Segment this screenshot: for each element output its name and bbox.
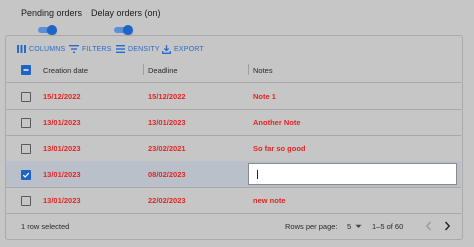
deadline-cell: 08/02/2023 [148,170,186,179]
column-separator [143,64,144,75]
density-label: DENSITY [128,45,160,53]
table-row[interactable]: 13/01/2023 13/01/2023 Another Note [6,109,461,136]
deadline-cell: 13/01/2023 [148,118,186,127]
toggle-label-pending-orders: Pending orders [21,8,83,18]
filter-icon [69,45,79,53]
density-button[interactable]: DENSITY [116,43,160,55]
deadline-cell: 23/02/2021 [148,144,186,153]
export-icon [162,44,171,54]
export-label: EXPORT [174,45,204,53]
row-checkbox[interactable] [21,92,31,102]
column-header-notes[interactable]: Notes [253,66,273,75]
row-checkbox[interactable] [21,144,31,154]
text-caret [257,170,258,179]
column-header-deadline[interactable]: Deadline [148,66,178,75]
switch-thumb [123,25,133,35]
deadline-cell: 15/12/2022 [148,92,186,101]
table-row[interactable]: 13/01/2023 22/02/2023 new note [6,187,461,214]
note-cell[interactable]: Note 1 [253,92,276,101]
columns-label: COLUMNS [29,45,66,53]
pagination-range: 1–5 of 60 [372,222,404,231]
next-page-icon[interactable] [444,221,451,231]
creation-date-cell: 15/12/2022 [43,92,81,101]
row-checkbox[interactable] [21,170,31,180]
note-edit-input[interactable] [248,163,457,185]
note-cell[interactable]: new note [253,196,286,205]
row-checkbox[interactable] [21,196,31,206]
columns-button[interactable]: COLUMNS [17,43,65,55]
creation-date-cell: 13/01/2023 [43,170,81,179]
rows-per-page-value: 5 [347,221,352,231]
column-separator [248,64,249,75]
selection-count: 1 row selected [21,222,70,231]
creation-date-cell: 13/01/2023 [43,196,81,205]
creation-date-cell: 13/01/2023 [43,144,81,153]
density-icon [116,45,125,53]
rows-per-page-label: Rows per page: [285,222,338,231]
previous-page-icon[interactable] [425,221,432,231]
check-icon [22,172,30,178]
creation-date-cell: 13/01/2023 [43,118,81,127]
grid-header: Creation date Deadline Notes [6,58,461,83]
export-button[interactable]: EXPORT [162,43,204,55]
delay-orders-switch[interactable] [114,25,136,35]
columns-icon [17,45,26,53]
row-checkbox[interactable] [21,118,31,128]
note-cell[interactable]: Another Note [253,118,301,127]
column-header-creation-date[interactable]: Creation date [43,66,88,75]
rows-per-page-select[interactable]: 5 [347,220,362,232]
note-cell[interactable]: So far so good [253,144,306,153]
deadline-cell: 22/02/2023 [148,196,186,205]
filters-label: FILTERS [82,45,112,53]
select-all-checkbox[interactable] [21,65,31,75]
switch-thumb [47,25,57,35]
toggle-label-delay-orders: Delay orders (on) [91,8,161,18]
minus-icon [23,69,29,71]
table-row[interactable]: 13/01/2023 23/02/2021 So far so good [6,135,461,162]
caret-down-icon [355,224,362,228]
filters-button[interactable]: FILTERS [69,43,112,55]
table-row[interactable]: 15/12/2022 15/12/2022 Note 1 [6,83,461,110]
pending-orders-switch[interactable] [38,25,60,35]
